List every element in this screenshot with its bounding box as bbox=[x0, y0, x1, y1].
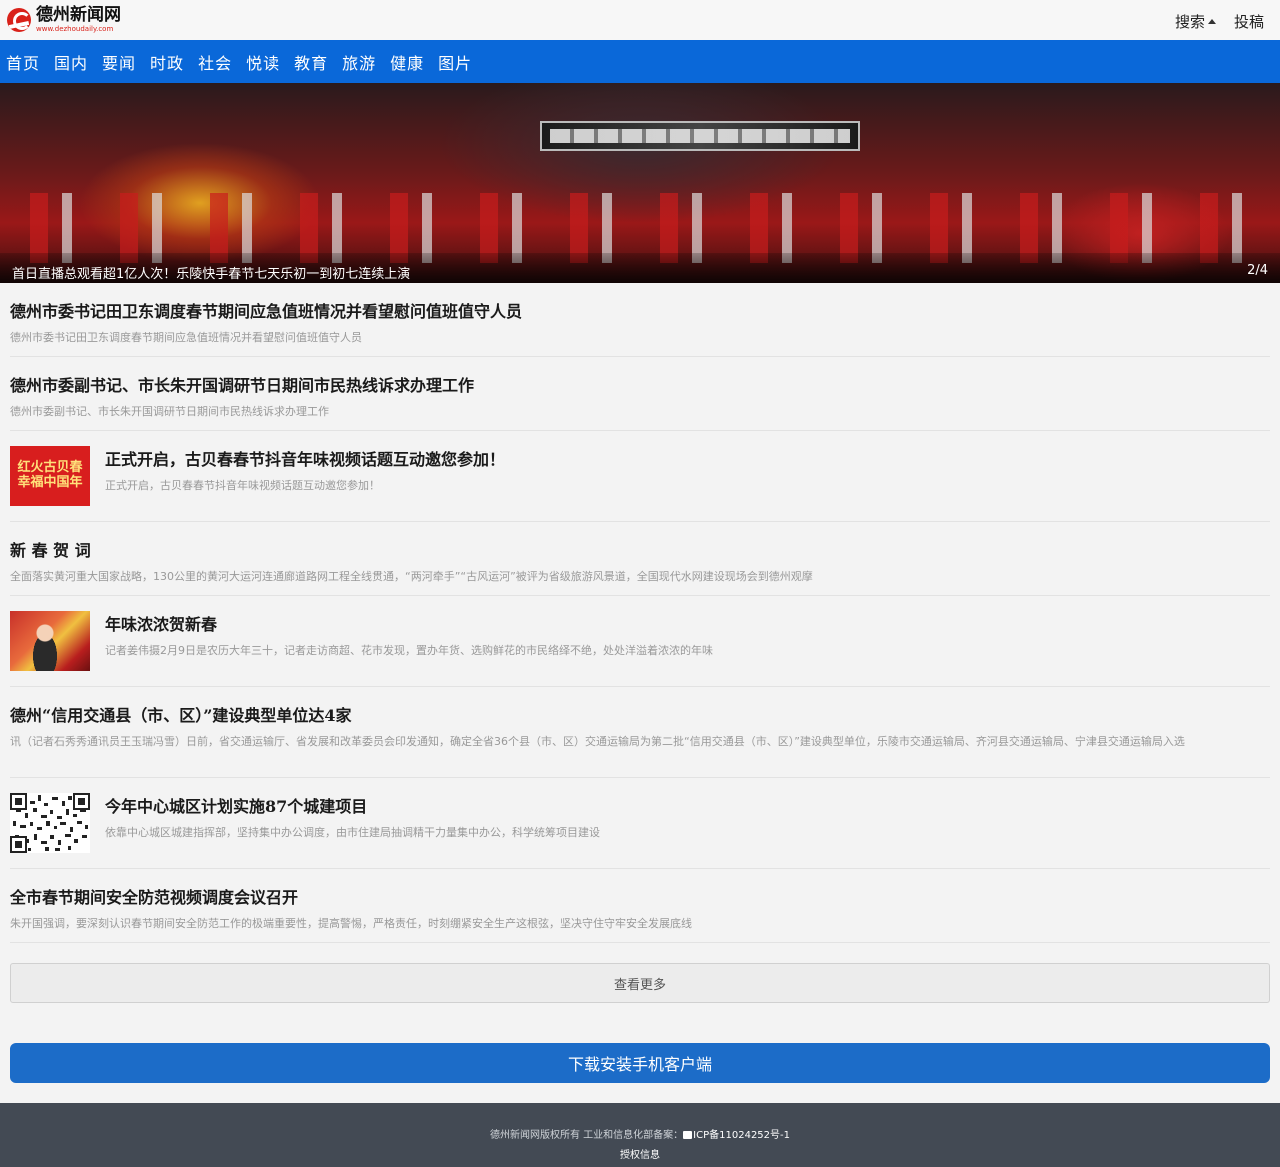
load-more-button[interactable]: 查看更多 bbox=[10, 963, 1270, 1003]
license-link[interactable]: 授权信息 bbox=[620, 1150, 660, 1161]
nav-item-headlines[interactable]: 要闻 bbox=[102, 50, 136, 74]
nav-item-home[interactable]: 首页 bbox=[6, 50, 40, 74]
nav-item-health[interactable]: 健康 bbox=[390, 50, 424, 74]
logo-name: 德州新闻网 bbox=[36, 5, 121, 25]
news-item[interactable]: 红火古贝春 幸福中国年 正式开启，古贝春春节抖音年味视频话题互动邀您参加！ 正式… bbox=[10, 431, 1270, 522]
logo-mark-icon bbox=[7, 8, 31, 32]
main-nav: 首页 国内 要闻 时政 社会 悦读 教育 旅游 健康 图片 bbox=[0, 40, 1280, 83]
nav-item-politics[interactable]: 时政 bbox=[150, 50, 184, 74]
logo-url: www.dezhoudaily.com bbox=[36, 25, 114, 33]
news-title[interactable]: 德州市委副书记、市长朱开国调研节日期间市民热线诉求办理工作 bbox=[10, 372, 1270, 396]
qr-code-icon bbox=[10, 793, 90, 853]
submit-article-button[interactable]: 投稿 bbox=[1234, 11, 1264, 32]
caret-up-icon bbox=[1207, 19, 1216, 24]
news-summary: 正式开启，古贝春春节抖音年味视频话题互动邀您参加！ bbox=[105, 479, 380, 492]
search-button[interactable]: 搜索 bbox=[1175, 11, 1216, 32]
top-bar: 德州新闻网 www.dezhoudaily.com 搜索 投稿 bbox=[0, 0, 1280, 40]
news-item[interactable]: 德州市委书记田卫东调度春节期间应急值班情况并看望慰问值班值守人员 德州市委书记田… bbox=[10, 283, 1270, 357]
news-title[interactable]: 新 春 贺 词 bbox=[10, 537, 1270, 561]
news-summary: 记者姜伟摄2月9日是农历大年三十，记者走访商超、花市发现，置办年货、选购鲜花的市… bbox=[105, 644, 713, 657]
search-label: 搜索 bbox=[1174, 13, 1205, 31]
news-title[interactable]: 德州“信用交通县（市、区）”建设典型单位达4家 bbox=[10, 702, 1270, 726]
nav-item-travel[interactable]: 旅游 bbox=[342, 50, 376, 74]
news-summary: 德州市委副书记、市长朱开国调研节日期间市民热线诉求办理工作 bbox=[10, 405, 329, 418]
footer: 德州新闻网版权所有 工业和信息化部备案： ICP备11024252号-1 授权信息 bbox=[0, 1103, 1280, 1167]
news-item[interactable]: 新 春 贺 词 全面落实黄河重大国家战略，130公里的黄河大运河连通廊道路网工程… bbox=[10, 522, 1270, 596]
news-item[interactable]: 德州“信用交通县（市、区）”建设典型单位达4家 讯（记者石秀秀通讯员王玉瑞冯雪）… bbox=[10, 687, 1270, 778]
nav-item-domestic[interactable]: 国内 bbox=[54, 50, 88, 74]
banner-caption[interactable]: 首日直播总观看超1亿人次！乐陵快手春节七天乐初一到初七连续上演 bbox=[12, 263, 410, 282]
nav-item-society[interactable]: 社会 bbox=[198, 50, 232, 74]
nav-item-pictures[interactable]: 图片 bbox=[438, 50, 472, 74]
nav-item-education[interactable]: 教育 bbox=[294, 50, 328, 74]
news-item[interactable]: 德州市委副书记、市长朱开国调研节日期间市民热线诉求办理工作 德州市委副书记、市长… bbox=[10, 357, 1270, 431]
qr-code-thumbnail[interactable] bbox=[10, 793, 90, 853]
news-title[interactable]: 全市春节期间安全防范视频调度会议召开 bbox=[10, 884, 1270, 908]
download-app-button[interactable]: 下载安装手机客户端 bbox=[10, 1043, 1270, 1083]
news-summary: 德州市委书记田卫东调度春节期间应急值班情况并看望慰问值班值守人员 bbox=[10, 331, 362, 344]
icp-link[interactable]: ICP备11024252号-1 bbox=[683, 1130, 790, 1141]
news-list: 德州市委书记田卫东调度春节期间应急值班情况并看望慰问值班值守人员 德州市委书记田… bbox=[10, 283, 1270, 943]
news-summary: 全面落实黄河重大国家战略，130公里的黄河大运河连通廊道路网工程全线贯通，“两河… bbox=[10, 570, 813, 583]
footer-copyright: 德州新闻网版权所有 工业和信息化部备案： bbox=[489, 1130, 684, 1141]
news-item[interactable]: 今年中心城区计划实施87个城建项目 依靠中心城区城建指挥部，坚持集中办公调度，由… bbox=[10, 778, 1270, 869]
news-thumbnail[interactable]: 红火古贝春 幸福中国年 bbox=[10, 446, 90, 506]
news-title[interactable]: 年味浓浓贺新春 bbox=[105, 611, 1270, 635]
icp-badge-icon bbox=[683, 1131, 693, 1139]
news-title[interactable]: 德州市委书记田卫东调度春节期间应急值班情况并看望慰问值班值守人员 bbox=[10, 298, 1270, 322]
news-item[interactable]: 全市春节期间安全防范视频调度会议召开 朱开国强调，要深刻认识春节期间安全防范工作… bbox=[10, 869, 1270, 943]
news-item[interactable]: 年味浓浓贺新春 记者姜伟摄2月9日是农历大年三十，记者走访商超、花市发现，置办年… bbox=[10, 596, 1270, 687]
news-thumbnail[interactable] bbox=[10, 611, 90, 671]
news-title[interactable]: 正式开启，古贝春春节抖音年味视频话题互动邀您参加！ bbox=[105, 446, 1270, 470]
banner-stage-sign bbox=[540, 121, 860, 151]
nav-item-reading[interactable]: 悦读 bbox=[246, 50, 280, 74]
banner-carousel[interactable]: 首日直播总观看超1亿人次！乐陵快手春节七天乐初一到初七连续上演 2/4 bbox=[0, 83, 1280, 283]
news-title[interactable]: 今年中心城区计划实施87个城建项目 bbox=[105, 793, 1270, 817]
news-summary: 朱开国强调，要深刻认识春节期间安全防范工作的极端重要性，提高警惕，严格责任，时刻… bbox=[10, 917, 692, 930]
news-summary: 依靠中心城区城建指挥部，坚持集中办公调度，由市住建局抽调精干力量集中办公，科学统… bbox=[105, 826, 600, 839]
news-summary: 讯（记者石秀秀通讯员王玉瑞冯雪）日前，省交通运输厅、省发展和改革委员会印发通知，… bbox=[10, 735, 1185, 748]
banner-counter: 2/4 bbox=[1247, 263, 1268, 278]
site-logo[interactable]: 德州新闻网 www.dezhoudaily.com bbox=[7, 7, 121, 33]
